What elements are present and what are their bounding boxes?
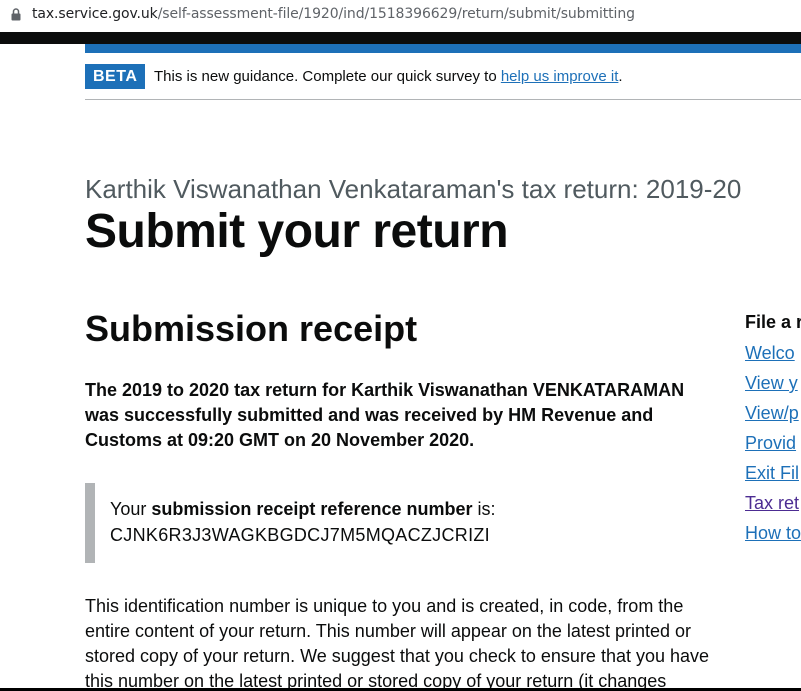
receipt-label: Your submission receipt reference number… (110, 499, 496, 520)
beta-message-suffix: . (618, 68, 623, 85)
header-bar (0, 32, 801, 44)
body-paragraph: This identification number is unique to … (85, 596, 710, 691)
receipt-reference-number: CJNK6R3J3WAGKBGDCJ7M5MQACZJCRIZI (110, 525, 490, 545)
sidebar-nav: File a r Welco View y View/p Provid Exit… (745, 308, 801, 548)
page-title: Submit your return (85, 205, 509, 258)
header-blue-stripe (85, 44, 801, 53)
address-url[interactable]: tax.service.gov.uk/self-assessment-file/… (32, 6, 635, 22)
sidebar-link-tax-return[interactable]: Tax ret (745, 488, 801, 518)
sidebar-title: File a r (745, 312, 801, 332)
beta-message: This is new guidance. Complete our quick… (154, 68, 623, 85)
beta-tag: BETA (85, 64, 146, 89)
page-caption: Karthik Viswanathan Venkataraman's tax r… (85, 174, 742, 204)
sidebar-link-how-to[interactable]: How to (745, 518, 801, 548)
receipt-inset: Your submission receipt reference number… (85, 483, 705, 563)
sidebar-link-view[interactable]: View y (745, 368, 801, 398)
sidebar-link-welcome[interactable]: Welco (745, 338, 801, 368)
sidebar-link-view-print[interactable]: View/p (745, 398, 801, 428)
submission-confirmation: The 2019 to 2020 tax return for Karthik … (85, 380, 685, 450)
url-path: /self-assessment-file/1920/ind/151839662… (157, 6, 635, 22)
beta-message-text: This is new guidance. Complete our quick… (154, 68, 501, 85)
receipt-prefix: Your (110, 499, 152, 519)
sidebar-link-exit[interactable]: Exit Fil (745, 458, 801, 488)
receipt-bold: submission receipt reference number (151, 499, 473, 519)
lock-icon (11, 8, 21, 21)
phase-banner: BETA This is new guidance. Complete our … (85, 64, 801, 100)
receipt-suffix: is: (472, 499, 496, 519)
sidebar-link-provide[interactable]: Provid (745, 428, 801, 458)
url-host: tax.service.gov.uk (32, 6, 158, 22)
browser-address-bar[interactable]: tax.service.gov.uk/self-assessment-file/… (0, 0, 801, 30)
feedback-link[interactable]: help us improve it (501, 68, 619, 85)
section-title: Submission receipt (85, 308, 418, 349)
